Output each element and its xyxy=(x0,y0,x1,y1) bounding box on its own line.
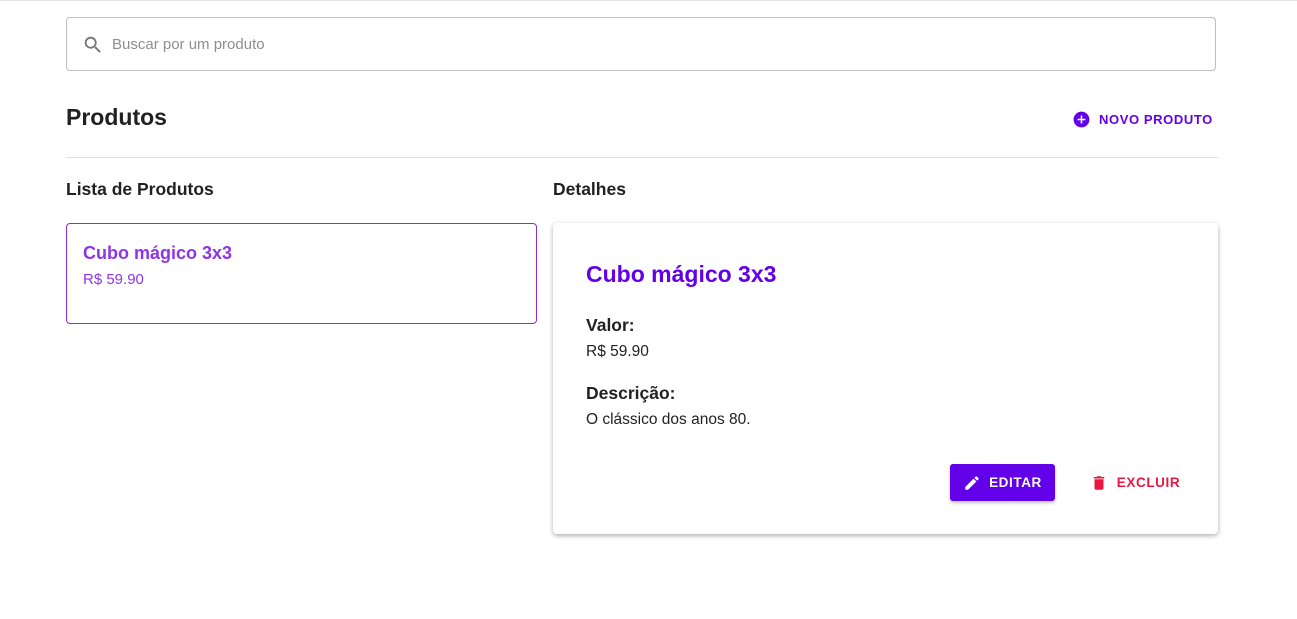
page-title: Produtos xyxy=(66,104,167,130)
product-details-card: Cubo mágico 3x3 Valor: R$ 59.90 Descriçã… xyxy=(553,223,1218,534)
new-product-label: NOVO PRODUTO xyxy=(1099,111,1213,127)
product-item-price: R$ 59.90 xyxy=(83,271,144,288)
details-product-name: Cubo mágico 3x3 xyxy=(586,261,777,287)
pencil-icon xyxy=(965,475,979,490)
search-bar[interactable] xyxy=(66,17,1216,71)
new-product-button[interactable]: NOVO PRODUTO xyxy=(1064,104,1221,134)
header-divider xyxy=(66,157,1218,158)
edit-button[interactable]: EDITAR xyxy=(950,464,1055,501)
value-text: R$ 59.90 xyxy=(586,343,649,360)
delete-button[interactable]: EXCLUIR xyxy=(1083,464,1187,501)
product-item-name: Cubo mágico 3x3 xyxy=(83,243,233,263)
details-title: Detalhes xyxy=(553,179,626,199)
edit-label: EDITAR xyxy=(989,475,1042,490)
trash-icon xyxy=(1093,475,1105,490)
value-label: Valor: xyxy=(586,315,635,335)
add-circle-icon xyxy=(1073,111,1090,127)
description-label: Descrição: xyxy=(586,383,676,403)
top-divider xyxy=(0,0,1297,1)
search-input[interactable] xyxy=(112,18,1192,70)
description-text: O clássico dos anos 80. xyxy=(586,411,751,428)
product-list-item[interactable]: Cubo mágico 3x3 R$ 59.90 xyxy=(66,223,537,324)
delete-label: EXCLUIR xyxy=(1116,475,1181,490)
list-title: Lista de Produtos xyxy=(66,179,214,199)
search-icon xyxy=(84,36,101,53)
